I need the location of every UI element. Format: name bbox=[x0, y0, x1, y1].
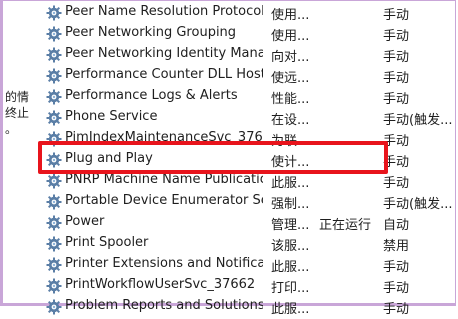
service-startup-type: 自动 bbox=[383, 218, 410, 233]
service-row[interactable]: Portable Device Enumerator Ser... 强制... 手动… bbox=[0, 191, 458, 212]
service-row[interactable]: PrintWorkflowUserSvc_37662 打印... 手动 bbox=[0, 275, 458, 296]
service-row[interactable]: Peer Networking Grouping 使用... 手动 bbox=[0, 23, 458, 44]
service-row[interactable]: Peer Networking Identity Mana... 向对... 手动 bbox=[0, 44, 458, 65]
service-description: 为联... bbox=[271, 134, 310, 149]
service-gear-icon bbox=[46, 173, 62, 189]
service-description: 使用... bbox=[271, 8, 310, 23]
service-status: 正在运行 bbox=[319, 218, 372, 233]
service-name: Peer Name Resolution Protocol bbox=[65, 4, 263, 19]
service-startup-type: 手动 bbox=[383, 29, 410, 44]
service-row[interactable]: Performance Logs & Alerts 性能... 手动 bbox=[0, 86, 458, 107]
service-gear-icon bbox=[46, 47, 62, 63]
service-row[interactable]: Peer Name Resolution Protocol 使用... 手动 bbox=[0, 2, 458, 23]
service-row[interactable]: Performance Counter DLL Host 使远... 手动 bbox=[0, 65, 458, 86]
service-row[interactable]: Print Spooler 该服... 禁用 bbox=[0, 233, 458, 254]
service-name: Performance Counter DLL Host bbox=[65, 67, 263, 82]
service-name: Phone Service bbox=[65, 109, 158, 124]
service-description: 此服... bbox=[271, 260, 310, 275]
service-gear-icon bbox=[46, 26, 62, 42]
service-gear-icon bbox=[46, 110, 62, 126]
service-row[interactable]: Problem Reports and Solutions... 此服... 手动 bbox=[0, 296, 458, 317]
service-gear-icon bbox=[46, 257, 62, 273]
service-description: 使用... bbox=[271, 29, 310, 44]
service-row[interactable]: PimIndexMaintenanceSvc_37662 为联... 手动 bbox=[0, 128, 458, 149]
service-description: 强制... bbox=[271, 197, 310, 212]
service-description: 向对... bbox=[271, 50, 310, 65]
service-gear-icon bbox=[46, 215, 62, 231]
service-startup-type: 手动 bbox=[383, 155, 410, 170]
service-row[interactable]: Printer Extensions and Notificati... 此服..… bbox=[0, 254, 458, 275]
service-startup-type: 手动 bbox=[383, 8, 410, 23]
service-description: 管理... bbox=[271, 218, 310, 233]
service-gear-icon bbox=[46, 194, 62, 210]
service-row[interactable]: Power 管理... 正在运行 自动 bbox=[0, 212, 458, 233]
service-name: Power bbox=[65, 214, 105, 229]
service-startup-type: 手动 bbox=[383, 281, 410, 296]
service-row[interactable]: Phone Service 在设... 手动(触发... bbox=[0, 107, 458, 128]
service-description: 打印... bbox=[271, 281, 310, 296]
service-row[interactable]: PNRP Machine Name Publicatio... 此服... 手动 bbox=[0, 170, 458, 191]
service-gear-icon bbox=[46, 5, 62, 21]
service-name: PrintWorkflowUserSvc_37662 bbox=[65, 277, 256, 292]
service-name: PimIndexMaintenanceSvc_37662 bbox=[65, 130, 263, 145]
service-description: 性能... bbox=[271, 92, 310, 107]
service-description: 在设... bbox=[271, 113, 310, 128]
service-name: Peer Networking Identity Mana... bbox=[65, 46, 263, 61]
service-name: Peer Networking Grouping bbox=[65, 25, 237, 40]
service-gear-icon bbox=[46, 152, 62, 168]
service-name: Printer Extensions and Notificati... bbox=[65, 256, 263, 271]
service-gear-icon bbox=[46, 131, 62, 147]
service-gear-icon bbox=[46, 278, 62, 294]
service-startup-type: 手动 bbox=[383, 134, 410, 149]
service-name: Performance Logs & Alerts bbox=[65, 88, 238, 103]
service-gear-icon bbox=[46, 236, 62, 252]
service-name: Print Spooler bbox=[65, 235, 149, 250]
service-name: Problem Reports and Solutions... bbox=[65, 298, 263, 313]
service-startup-type: 手动 bbox=[383, 260, 410, 275]
service-description: 使远... bbox=[271, 71, 310, 86]
service-startup-type: 手动 bbox=[383, 92, 410, 107]
service-startup-type: 手动(触发... bbox=[383, 197, 453, 212]
service-startup-type: 手动 bbox=[383, 50, 410, 65]
service-startup-type: 禁用 bbox=[383, 239, 410, 254]
service-name: Plug and Play bbox=[65, 151, 153, 166]
service-description: 该服... bbox=[271, 239, 310, 254]
service-description: 使计... bbox=[271, 155, 310, 170]
service-row[interactable]: Plug and Play 使计... 手动 bbox=[0, 149, 458, 170]
service-gear-icon bbox=[46, 89, 62, 105]
service-name: Portable Device Enumerator Ser... bbox=[65, 193, 263, 208]
service-startup-type: 手动 bbox=[383, 176, 410, 191]
service-description: 此服... bbox=[271, 176, 310, 191]
service-startup-type: 手动 bbox=[383, 71, 410, 86]
service-gear-icon bbox=[46, 299, 62, 315]
service-name: PNRP Machine Name Publicatio... bbox=[65, 172, 263, 187]
service-startup-type: 手动(触发... bbox=[383, 113, 453, 128]
service-gear-icon bbox=[46, 68, 62, 84]
